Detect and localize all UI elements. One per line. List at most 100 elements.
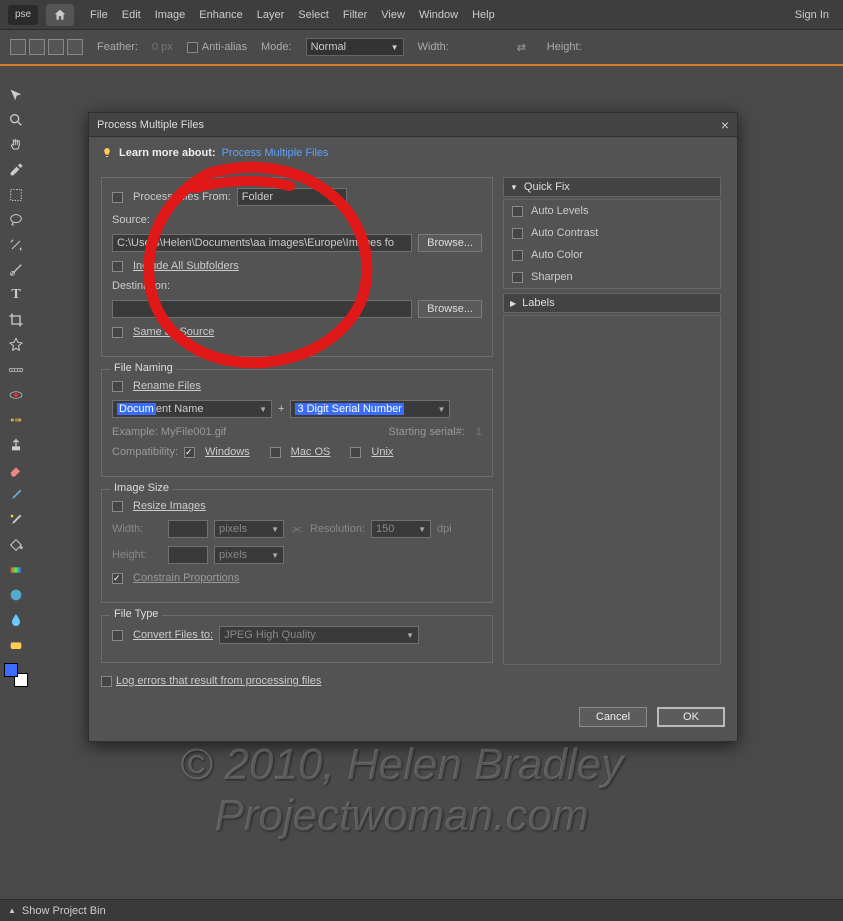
shape-tool[interactable]	[2, 583, 30, 607]
destination-path-input[interactable]	[112, 300, 412, 318]
menu-window[interactable]: Window	[419, 9, 458, 21]
mode-select[interactable]: Normal▼	[306, 38, 404, 56]
paint-bucket-tool[interactable]	[2, 533, 30, 557]
sharpen-checkbox[interactable]	[512, 272, 523, 283]
hand-tool[interactable]	[2, 133, 30, 157]
naming-token-1-select[interactable]: Document Name ▼	[112, 400, 272, 418]
marquee-tool[interactable]	[2, 183, 30, 207]
destination-browse-button[interactable]: Browse...	[418, 300, 482, 318]
eraser-tool[interactable]	[2, 458, 30, 482]
move-tool[interactable]	[2, 83, 30, 107]
process-multiple-files-dialog: Process Multiple Files × Learn more abou…	[88, 112, 738, 742]
zoom-tool[interactable]	[2, 108, 30, 132]
source-path-input[interactable]: C:\Users\Helen\Documents\aa images\Europ…	[112, 234, 412, 252]
resize-height-unit-select[interactable]: pixels▼	[214, 546, 284, 564]
convert-files-checkbox[interactable]	[112, 630, 123, 641]
selection-new-icon[interactable]	[10, 39, 26, 55]
rename-files-checkbox[interactable]	[112, 381, 123, 392]
destination-label: Destination:	[112, 280, 170, 292]
cookie-cutter-tool[interactable]	[2, 333, 30, 357]
process-files-from-select[interactable]: Folder▼	[237, 188, 347, 206]
compatibility-label: Compatibility:	[112, 446, 178, 458]
sign-in-link[interactable]: Sign In	[795, 9, 829, 21]
constrain-proportions-label: Constrain Proportions	[133, 572, 239, 584]
resize-height-input[interactable]	[168, 546, 208, 564]
starting-serial-value[interactable]: 1	[476, 426, 482, 438]
menu-view[interactable]: View	[381, 9, 405, 21]
expand-icon[interactable]: ▲	[8, 906, 16, 915]
menu-filter[interactable]: Filter	[343, 9, 367, 21]
show-project-bin-label[interactable]: Show Project Bin	[22, 905, 106, 917]
resize-width-input[interactable]	[168, 520, 208, 538]
quick-fix-auto-color[interactable]: Auto Color	[504, 244, 720, 266]
naming-token-2-value: 3 Digit Serial Number	[295, 403, 404, 415]
convert-format-select[interactable]: JPEG High Quality▼	[219, 626, 419, 644]
gradient-tool[interactable]	[2, 558, 30, 582]
quick-fix-title: Quick Fix	[524, 181, 570, 193]
include-subfolders-checkbox[interactable]	[112, 261, 123, 272]
process-files-from-value: Folder	[242, 191, 273, 203]
auto-levels-checkbox[interactable]	[512, 206, 523, 217]
crop-tool[interactable]	[2, 308, 30, 332]
clone-stamp-tool[interactable]	[2, 433, 30, 457]
resize-width-unit-select[interactable]: pixels▼	[214, 520, 284, 538]
quick-fix-sharpen[interactable]: Sharpen	[504, 266, 720, 288]
straighten-tool[interactable]	[2, 358, 30, 382]
menu-file[interactable]: File	[90, 9, 108, 21]
quick-fix-auto-levels[interactable]: Auto Levels	[504, 200, 720, 222]
menu-layer[interactable]: Layer	[257, 9, 285, 21]
brush-tool[interactable]	[2, 483, 30, 507]
learn-more-link[interactable]: Process Multiple Files	[222, 147, 329, 159]
same-as-source-checkbox[interactable]	[112, 327, 123, 338]
source-browse-button[interactable]: Browse...	[418, 234, 482, 252]
swap-icon[interactable]: ⇄	[517, 41, 533, 53]
file-type-group: File Type Convert Files to: JPEG High Qu…	[101, 615, 493, 663]
labels-header[interactable]: ▶Labels	[503, 293, 721, 313]
ok-button[interactable]: OK	[657, 707, 725, 727]
compat-windows-checkbox[interactable]	[184, 447, 195, 458]
smart-brush-tool[interactable]	[2, 508, 30, 532]
sponge-tool[interactable]	[2, 633, 30, 657]
constrain-proportions-checkbox[interactable]	[112, 573, 123, 584]
resolution-unit: dpi	[437, 523, 452, 535]
lasso-tool[interactable]	[2, 208, 30, 232]
expand-icon: ▶	[510, 299, 516, 308]
menu-edit[interactable]: Edit	[122, 9, 141, 21]
compat-unix-checkbox[interactable]	[350, 447, 361, 458]
antialias-label: Anti-alias	[202, 41, 247, 53]
quick-fix-auto-contrast[interactable]: Auto Contrast	[504, 222, 720, 244]
close-icon[interactable]: ×	[721, 117, 729, 133]
menu-image[interactable]: Image	[155, 9, 186, 21]
menu-enhance[interactable]: Enhance	[199, 9, 242, 21]
selection-add-icon[interactable]	[29, 39, 45, 55]
feather-value[interactable]: 0 px	[152, 41, 173, 53]
antialias-checkbox[interactable]: Anti-alias	[187, 41, 247, 53]
dialog-titlebar[interactable]: Process Multiple Files ×	[89, 113, 737, 137]
healing-brush-tool[interactable]	[2, 408, 30, 432]
magic-wand-tool[interactable]	[2, 233, 30, 257]
naming-token-2-select[interactable]: 3 Digit Serial Number ▼	[290, 400, 450, 418]
compat-mac-checkbox[interactable]	[270, 447, 281, 458]
auto-color-checkbox[interactable]	[512, 250, 523, 261]
blur-tool[interactable]	[2, 608, 30, 632]
quick-fix-header[interactable]: ▼Quick Fix	[503, 177, 721, 197]
red-eye-tool[interactable]	[2, 383, 30, 407]
menu-help[interactable]: Help	[472, 9, 495, 21]
resize-images-checkbox[interactable]	[112, 501, 123, 512]
auto-contrast-checkbox[interactable]	[512, 228, 523, 239]
resolution-select[interactable]: 150▼	[371, 520, 431, 538]
log-errors-checkbox[interactable]	[101, 676, 112, 687]
type-tool[interactable]: T	[2, 283, 30, 307]
color-swatches[interactable]	[4, 663, 28, 687]
selection-subtract-icon[interactable]	[48, 39, 64, 55]
quick-selection-tool[interactable]	[2, 258, 30, 282]
eyedropper-tool[interactable]	[2, 158, 30, 182]
foreground-color[interactable]	[4, 663, 18, 677]
resize-width-label: Width:	[112, 523, 162, 535]
process-files-from-checkbox[interactable]	[112, 192, 123, 203]
selection-intersect-icon[interactable]	[67, 39, 83, 55]
labels-panel	[503, 315, 721, 665]
cancel-button[interactable]: Cancel	[579, 707, 647, 727]
menu-select[interactable]: Select	[298, 9, 329, 21]
home-button[interactable]	[46, 4, 74, 26]
